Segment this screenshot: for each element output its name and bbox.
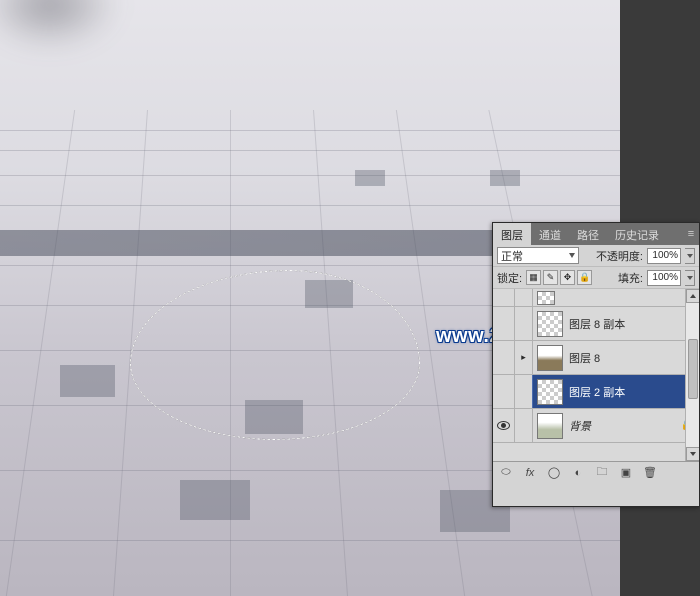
trash-icon[interactable]: 🗑 <box>641 465 659 481</box>
blend-mode-select[interactable]: 正常 <box>497 247 579 264</box>
layer-thumb <box>537 311 563 337</box>
layer-name: 图层 8 副本 <box>569 316 625 332</box>
visibility-toggle[interactable] <box>493 341 515 374</box>
blend-mode-value: 正常 <box>501 248 523 264</box>
layer-row-background[interactable]: 背景 🔒 <box>493 409 699 443</box>
visibility-toggle[interactable] <box>493 307 515 340</box>
link-layers-icon[interactable]: ⬭ <box>497 465 515 481</box>
tab-paths[interactable]: 路径 <box>569 223 607 245</box>
layer-name: 背景 <box>569 418 591 434</box>
panel-tabs: 图层 通道 路径 历史记录 ≡ <box>493 223 699 245</box>
visibility-toggle[interactable] <box>493 375 515 408</box>
layer-row[interactable]: ▸ 图层 8 <box>493 341 699 375</box>
new-layer-icon[interactable]: ▣ <box>617 465 635 481</box>
group-icon[interactable]: 🗀 <box>593 465 611 481</box>
mask-icon[interactable]: ◯ <box>545 465 563 481</box>
tab-history[interactable]: 历史记录 <box>607 223 667 245</box>
link-col[interactable] <box>515 307 533 340</box>
layer-name: 图层 8 <box>569 350 600 366</box>
scroll-thumb[interactable] <box>688 339 698 399</box>
adjustment-icon[interactable]: ◐ <box>569 465 587 481</box>
layers-panel: 图层 通道 路径 历史记录 ≡ 正常 不透明度: 100% 锁定: ▦ ✎ ✥ … <box>492 222 700 507</box>
layers-scrollbar[interactable] <box>685 289 699 461</box>
panel-menu-icon[interactable]: ≡ <box>683 223 699 245</box>
opacity-label: 不透明度: <box>596 248 643 264</box>
layer-list: 图层 8 副本 ▸ 图层 8 图层 2 副本 背景 🔒 <box>493 289 699 461</box>
opacity-input[interactable]: 100% <box>647 248 681 264</box>
fill-label: 填充: <box>618 270 643 286</box>
link-col[interactable] <box>515 409 533 442</box>
panel-footer: ⬭ fx ◯ ◐ 🗀 ▣ 🗑 <box>493 461 699 483</box>
layer-row[interactable]: 图层 8 副本 <box>493 307 699 341</box>
link-col[interactable] <box>515 375 533 408</box>
link-col[interactable] <box>515 289 533 306</box>
lock-transparency-icon[interactable]: ▦ <box>526 270 541 285</box>
fill-input[interactable]: 100% <box>647 270 681 286</box>
lock-paint-icon[interactable]: ✎ <box>543 270 558 285</box>
layer-name: 图层 2 副本 <box>569 384 625 400</box>
scroll-down-button[interactable] <box>686 447 699 461</box>
fx-icon[interactable]: fx <box>521 465 539 481</box>
fill-stepper[interactable] <box>685 270 695 286</box>
blur-artifact <box>0 0 120 50</box>
tab-layers[interactable]: 图层 <box>493 223 531 245</box>
tab-channels[interactable]: 通道 <box>531 223 569 245</box>
layer-thumb <box>537 413 563 439</box>
lock-row: 锁定: ▦ ✎ ✥ 🔒 填充: 100% <box>493 267 699 289</box>
layer-thumb <box>537 379 563 405</box>
layer-thumb <box>537 291 555 305</box>
lock-position-icon[interactable]: ✥ <box>560 270 575 285</box>
visibility-toggle[interactable] <box>493 409 515 442</box>
blend-row: 正常 不透明度: 100% <box>493 245 699 267</box>
layer-row-selected[interactable]: 图层 2 副本 <box>493 375 699 409</box>
eye-icon <box>497 421 510 430</box>
layer-thumb <box>537 345 563 371</box>
lock-all-icon[interactable]: 🔒 <box>577 270 592 285</box>
scroll-up-button[interactable] <box>686 289 699 303</box>
link-col[interactable]: ▸ <box>515 341 533 374</box>
opacity-stepper[interactable] <box>685 248 695 264</box>
layer-row-extra[interactable] <box>493 289 699 307</box>
visibility-toggle[interactable] <box>493 289 515 306</box>
lock-label: 锁定: <box>497 270 522 286</box>
